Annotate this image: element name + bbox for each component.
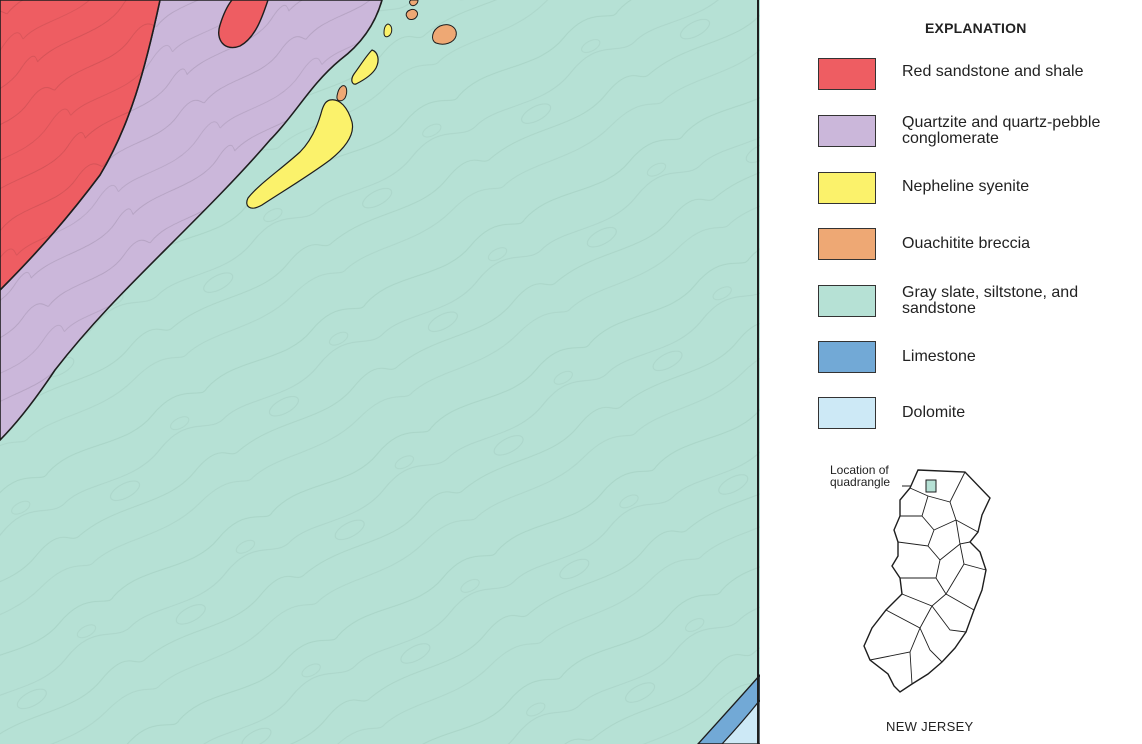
legend-label-red-sandstone: Red sandstone and shale <box>902 63 1084 80</box>
nepheline-syenite-plug <box>383 23 393 38</box>
legend-label-dolomite: Dolomite <box>902 404 966 421</box>
legend-swatch-gray-slate <box>818 285 876 317</box>
legend-swatch-nepheline <box>818 172 876 204</box>
legend-item-gray-slate: Gray slate, siltstone, and sandstone <box>818 285 1140 321</box>
legend-swatch-red-sandstone <box>818 58 876 90</box>
legend-item-red-sandstone: Red sandstone and shale <box>818 58 1140 94</box>
legend-label-ouachitite: Ouachitite breccia <box>902 235 1031 252</box>
legend-label-gray-slate: Gray slate, siltstone, and sandstone <box>902 284 1079 317</box>
legend-item-dolomite: Dolomite <box>818 397 1140 433</box>
new-jersey-outline <box>863 469 991 693</box>
legend-label-nepheline: Nepheline syenite <box>902 178 1030 195</box>
legend-item-quartzite: Quartzite and quartz-pebble conglomerate <box>818 115 1140 151</box>
ouachitite-breccia-pipe <box>405 9 418 20</box>
legend-item-limestone: Limestone <box>818 341 1140 377</box>
legend-label-quartzite: Quartzite and quartz-pebble conglomerate <box>902 114 1101 147</box>
geologic-map-canvas <box>0 0 760 744</box>
legend-item-nepheline: Nepheline syenite <box>818 172 1140 208</box>
legend-item-ouachitite: Ouachitite breccia <box>818 228 1140 264</box>
geologic-map <box>0 0 760 744</box>
inset-state-label: NEW JERSEY <box>886 719 974 734</box>
legend-label-limestone: Limestone <box>902 348 976 365</box>
legend-swatch-quartzite <box>818 115 876 147</box>
legend-swatch-limestone <box>818 341 876 373</box>
legend-swatch-ouachitite <box>818 228 876 260</box>
legend-title: EXPLANATION <box>925 20 1027 36</box>
legend-swatch-dolomite <box>818 397 876 429</box>
map-legend: EXPLANATION Red sandstone and shale Quar… <box>760 0 1142 744</box>
quadrangle-location-marker <box>925 479 937 493</box>
new-jersey-index-map <box>863 469 991 693</box>
